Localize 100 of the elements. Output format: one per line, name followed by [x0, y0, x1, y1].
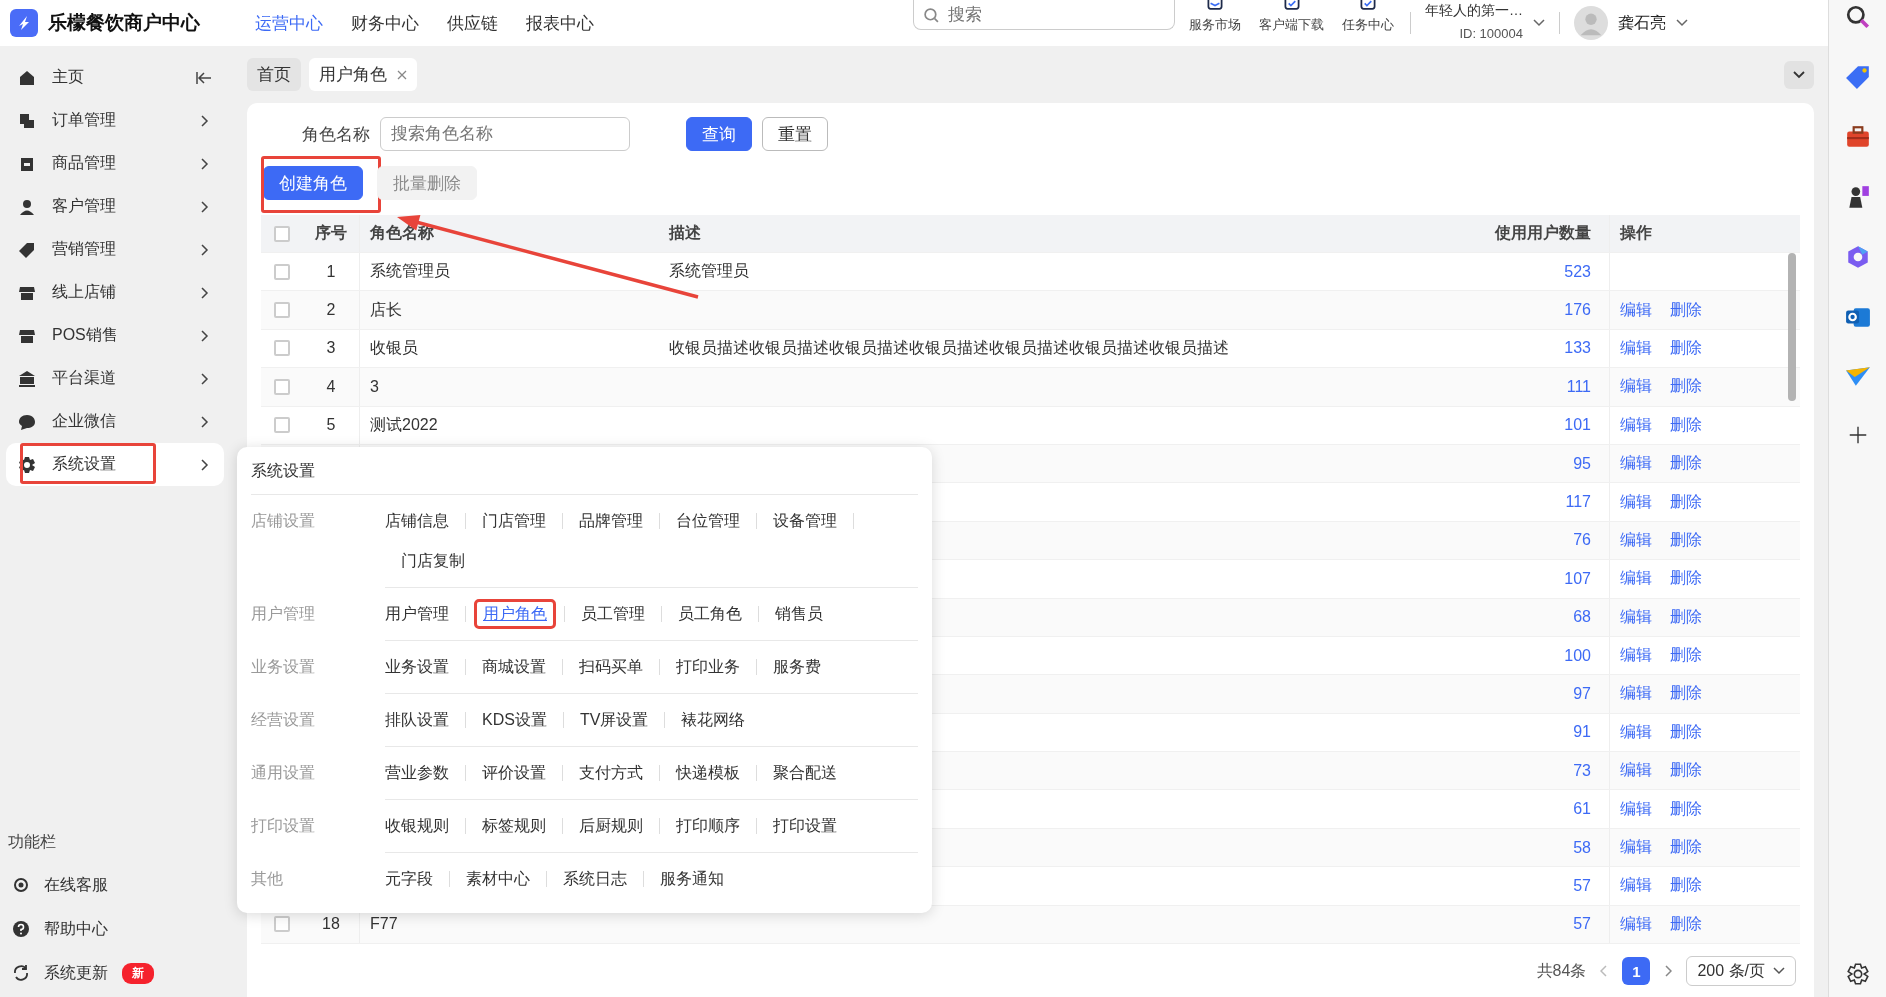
menu-link[interactable]: TV屏设置	[563, 712, 665, 728]
menu-link[interactable]: 评价设置	[466, 765, 562, 781]
menu-link[interactable]: 业务设置	[385, 659, 465, 675]
sidebar-item[interactable]: 主页	[6, 56, 224, 99]
menu-link[interactable]: 打印业务	[660, 659, 756, 675]
edit-link[interactable]: 编辑	[1620, 491, 1652, 513]
edit-link[interactable]: 编辑	[1620, 721, 1652, 743]
avatar-icon[interactable]	[1574, 6, 1608, 40]
menu-link[interactable]: 员工管理	[565, 606, 661, 622]
delete-link[interactable]: 删除	[1670, 721, 1702, 743]
user-count-link[interactable]: 57	[1573, 876, 1591, 895]
checkbox[interactable]	[274, 302, 290, 319]
menu-link[interactable]: 排队设置	[385, 712, 465, 728]
user-count-link[interactable]: 111	[1566, 377, 1591, 396]
menu-link[interactable]: 素材中心	[450, 871, 546, 887]
page-size-select[interactable]: 200 条/页	[1686, 956, 1796, 987]
user-count-link[interactable]: 95	[1573, 454, 1591, 473]
user-count-link[interactable]: 523	[1564, 262, 1591, 281]
delete-link[interactable]: 删除	[1670, 337, 1702, 359]
edit-link[interactable]: 编辑	[1620, 913, 1652, 935]
edit-link[interactable]: 编辑	[1620, 529, 1652, 551]
edit-link[interactable]: 编辑	[1620, 337, 1652, 359]
menu-link[interactable]: 店铺信息	[385, 513, 465, 529]
delete-link[interactable]: 删除	[1670, 606, 1702, 628]
next-page-icon[interactable]	[1664, 965, 1673, 978]
menu-link[interactable]: 收银规则	[385, 818, 465, 834]
user-count-link[interactable]: 176	[1564, 301, 1591, 320]
nav-tab[interactable]: 运营中心	[255, 11, 323, 35]
search-icon[interactable]	[1844, 4, 1871, 30]
menu-link[interactable]: 打印顺序	[660, 818, 756, 834]
sidebar-item[interactable]: 营销管理	[6, 228, 224, 271]
user-count-link[interactable]: 100	[1564, 646, 1591, 665]
nav-tab[interactable]: 报表中心	[526, 11, 594, 35]
toolbar-button[interactable]: 服务市场	[1187, 0, 1243, 46]
delete-link[interactable]: 删除	[1670, 645, 1702, 667]
toolbar-button[interactable]: 客户端下载	[1257, 0, 1326, 46]
page-tab[interactable]: 首页	[247, 58, 301, 91]
menu-link[interactable]: 打印设置	[757, 818, 853, 834]
sidebar-link[interactable]: 在线客服	[44, 874, 108, 896]
query-button[interactable]: 查询	[686, 117, 752, 151]
menu-link[interactable]: 品牌管理	[563, 513, 659, 529]
menu-link[interactable]: 扫码买单	[563, 659, 659, 675]
edit-link[interactable]: 编辑	[1620, 568, 1652, 590]
menu-link[interactable]: 后厨规则	[563, 818, 659, 834]
reset-button[interactable]: 重置	[762, 117, 828, 151]
delete-link[interactable]: 删除	[1670, 798, 1702, 820]
user-count-link[interactable]: 91	[1573, 723, 1591, 742]
page-button[interactable]: 1	[1622, 957, 1651, 986]
delete-link[interactable]: 删除	[1670, 376, 1702, 398]
checkbox[interactable]	[274, 263, 290, 280]
collapse-button[interactable]	[1784, 60, 1814, 89]
edit-link[interactable]: 编辑	[1620, 606, 1652, 628]
menu-link[interactable]: 门店复制	[385, 553, 481, 569]
edit-link[interactable]: 编辑	[1620, 683, 1652, 705]
menu-link[interactable]: 用户角色	[481, 606, 549, 622]
delete-link[interactable]: 删除	[1670, 491, 1702, 513]
edit-link[interactable]: 编辑	[1620, 299, 1652, 321]
delete-link[interactable]: 删除	[1670, 568, 1702, 590]
user-count-link[interactable]: 61	[1573, 800, 1591, 819]
scrollbar[interactable]	[1788, 253, 1796, 401]
user-count-link[interactable]: 133	[1564, 339, 1591, 358]
role-name-field[interactable]: 搜索角色名称	[380, 117, 630, 151]
menu-link[interactable]: 员工角色	[662, 606, 758, 622]
checkbox[interactable]	[274, 916, 290, 933]
close-icon[interactable]	[397, 69, 407, 80]
sidebar-item[interactable]: POS销售	[6, 314, 224, 357]
page-tab[interactable]: 用户角色	[309, 58, 417, 91]
prev-page-icon[interactable]	[1600, 965, 1609, 978]
sidebar-item[interactable]: 系统设置	[6, 443, 224, 486]
chevron-down-icon[interactable]	[1676, 19, 1688, 27]
edit-link[interactable]: 编辑	[1620, 376, 1652, 398]
menu-link[interactable]: 标签规则	[466, 818, 562, 834]
sidebar-item[interactable]: 客户管理	[6, 185, 224, 228]
user-count-link[interactable]: 76	[1573, 531, 1591, 550]
menu-link[interactable]: 用户管理	[385, 606, 465, 622]
checkbox[interactable]	[274, 225, 290, 242]
menu-link[interactable]: 销售员	[759, 606, 839, 622]
user-count-link[interactable]: 58	[1573, 838, 1591, 857]
menu-link[interactable]: 营业参数	[385, 765, 465, 781]
checkbox[interactable]	[274, 340, 290, 357]
toolbox-icon[interactable]	[1844, 124, 1871, 150]
user-count-link[interactable]: 57	[1573, 915, 1591, 934]
delete-link[interactable]: 删除	[1670, 683, 1702, 705]
edit-link[interactable]: 编辑	[1620, 875, 1652, 897]
menu-link[interactable]: 服务费	[757, 659, 837, 675]
create-button[interactable]: 创建角色	[263, 166, 363, 200]
menu-link[interactable]: KDS设置	[466, 712, 563, 728]
nav-tab[interactable]: 财务中心	[351, 11, 419, 35]
delete-link[interactable]: 删除	[1670, 913, 1702, 935]
edit-link[interactable]: 编辑	[1620, 645, 1652, 667]
menu-link[interactable]: 服务通知	[644, 871, 740, 887]
sidebar-item[interactable]: 商品管理	[6, 142, 224, 185]
edit-link[interactable]: 编辑	[1620, 414, 1652, 436]
edit-link[interactable]: 编辑	[1620, 760, 1652, 782]
edit-link[interactable]: 编辑	[1620, 837, 1652, 859]
checkbox[interactable]	[274, 417, 290, 434]
user-count-link[interactable]: 68	[1573, 608, 1591, 627]
user-count-link[interactable]: 117	[1565, 493, 1591, 512]
search-field[interactable]: 搜索	[913, 0, 1175, 30]
user-count-link[interactable]: 107	[1564, 569, 1591, 588]
